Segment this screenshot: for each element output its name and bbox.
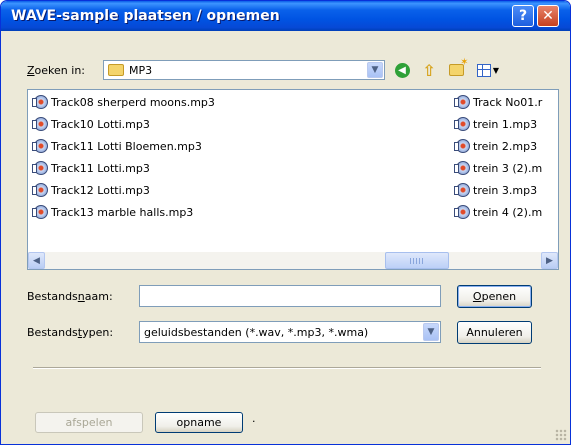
chevron-down-icon[interactable]: ▼ (367, 62, 383, 78)
file-name: Track11 Lotti Bloemen.mp3 (51, 139, 202, 153)
file-list-item[interactable]: Track12 Lotti.mp3 (32, 181, 150, 199)
filename-label-a: Bestands (27, 290, 78, 303)
folder-icon (108, 64, 124, 76)
file-list-item[interactable]: Track11 Lotti.mp3 (32, 159, 150, 177)
filetype-label-b: ypen: (82, 326, 114, 339)
file-list[interactable]: Track08 sherperd moons.mp3 Track10 Lotti.… (27, 89, 559, 270)
audio-file-icon (454, 161, 470, 175)
chevron-left-icon: ◀ (33, 255, 40, 266)
file-list-item[interactable]: Track No01.r (454, 93, 543, 111)
audio-file-icon (32, 139, 48, 153)
cancel-button[interactable]: Annuleren (457, 321, 532, 344)
filename-label: Bestandsnaam: (27, 290, 113, 303)
file-name: trein 1.mp3 (473, 117, 538, 131)
lookin-label: Zoeken in: (27, 64, 85, 77)
filetype-selected: geluidsbestanden (*.wav, *.mp3, *.wma) (144, 326, 369, 339)
file-name: trein 3.mp3 (473, 183, 538, 197)
file-list-item[interactable]: Track10 Lotti.mp3 (32, 115, 150, 133)
new-folder-icon (448, 57, 469, 76)
file-list-item[interactable]: Track13 marble halls.mp3 (32, 203, 194, 221)
file-name: Track11 Lotti.mp3 (51, 161, 150, 175)
open-label: penen (481, 290, 517, 303)
filename-label-b: aam: (84, 290, 113, 303)
open-button[interactable]: Openen (457, 285, 532, 308)
lookin-folder-name: MP3 (129, 64, 153, 77)
file-name: trein 3 (2).m (473, 161, 543, 175)
audio-file-icon (454, 95, 470, 109)
scroll-right-button[interactable]: ▶ (541, 252, 558, 269)
views-menu-icon (476, 63, 491, 77)
filetype-dropdown[interactable]: geluidsbestanden (*.wav, *.mp3, *.wma) ▼ (139, 321, 441, 343)
views-dropdown-arrow-icon: ▼ (492, 65, 500, 75)
window-title: WAVE-sample plaatsen / opnemen (11, 8, 280, 24)
back-icon: ◀ (394, 62, 410, 78)
audio-file-icon (32, 205, 48, 219)
horizontal-scrollbar[interactable]: ◀ ▶ (28, 252, 558, 269)
file-name: Track08 sherperd moons.mp3 (51, 95, 215, 109)
close-icon: ✕ (542, 8, 554, 24)
filetype-label: Bestandstypen: (27, 326, 113, 339)
filetype-label-a: Bestands (27, 326, 78, 339)
chevron-right-icon: ▶ (546, 255, 553, 266)
scroll-left-button[interactable]: ◀ (28, 252, 45, 269)
file-name: Track12 Lotti.mp3 (51, 183, 150, 197)
file-dialog-window: WAVE-sample plaatsen / opnemen ? ✕ Zoeke… (0, 0, 571, 445)
file-name: Track10 Lotti.mp3 (51, 117, 150, 131)
scrollbar-thumb[interactable] (385, 252, 449, 269)
audio-file-icon (32, 95, 48, 109)
audio-file-icon (454, 183, 470, 197)
new-folder-button[interactable] (446, 57, 469, 80)
audio-file-icon (32, 183, 48, 197)
title-bar[interactable]: WAVE-sample plaatsen / opnemen ? ✕ (1, 1, 570, 31)
filename-label-accesskey: n (77, 290, 85, 303)
file-name: Track13 marble halls.mp3 (51, 205, 194, 219)
status-dot: · (252, 415, 256, 428)
help-button[interactable]: ? (512, 5, 534, 27)
resize-grip[interactable] (555, 429, 567, 441)
file-list-item[interactable]: Track11 Lotti Bloemen.mp3 (32, 137, 202, 155)
file-list-item[interactable]: trein 4 (2).m (454, 203, 543, 221)
file-name: Track No01.r (473, 95, 543, 109)
file-list-item[interactable]: trein 2.mp3 (454, 137, 538, 155)
file-name: trein 4 (2).m (473, 205, 543, 219)
audio-file-icon (32, 161, 48, 175)
up-folder-button[interactable]: ⇧ (419, 60, 439, 80)
help-icon: ? (518, 8, 528, 24)
close-button[interactable]: ✕ (537, 5, 559, 27)
audio-file-icon (454, 139, 470, 153)
up-folder-icon: ⇧ (422, 60, 436, 80)
separator (33, 367, 541, 369)
file-list-item[interactable]: Track08 sherperd moons.mp3 (32, 93, 215, 111)
record-button[interactable]: opname (155, 412, 243, 433)
file-list-item[interactable]: trein 3 (2).m (454, 159, 543, 177)
back-button[interactable]: ◀ (392, 60, 412, 80)
open-accesskey: O (472, 290, 482, 303)
lookin-dropdown[interactable]: MP3 ▼ (103, 60, 385, 80)
chevron-down-icon[interactable]: ▼ (423, 323, 439, 341)
play-button[interactable]: afspelen (35, 412, 143, 433)
lookin-label-accesskey: Z (27, 64, 35, 77)
filename-input[interactable] (139, 285, 441, 307)
audio-file-icon (32, 117, 48, 131)
audio-file-icon (454, 117, 470, 131)
file-name: trein 2.mp3 (473, 139, 538, 153)
file-list-item[interactable]: trein 3.mp3 (454, 181, 538, 199)
lookin-label-text: oeken in: (34, 64, 85, 77)
views-menu-button[interactable]: ▼ (476, 60, 500, 80)
audio-file-icon (454, 205, 470, 219)
file-list-item[interactable]: trein 1.mp3 (454, 115, 538, 133)
